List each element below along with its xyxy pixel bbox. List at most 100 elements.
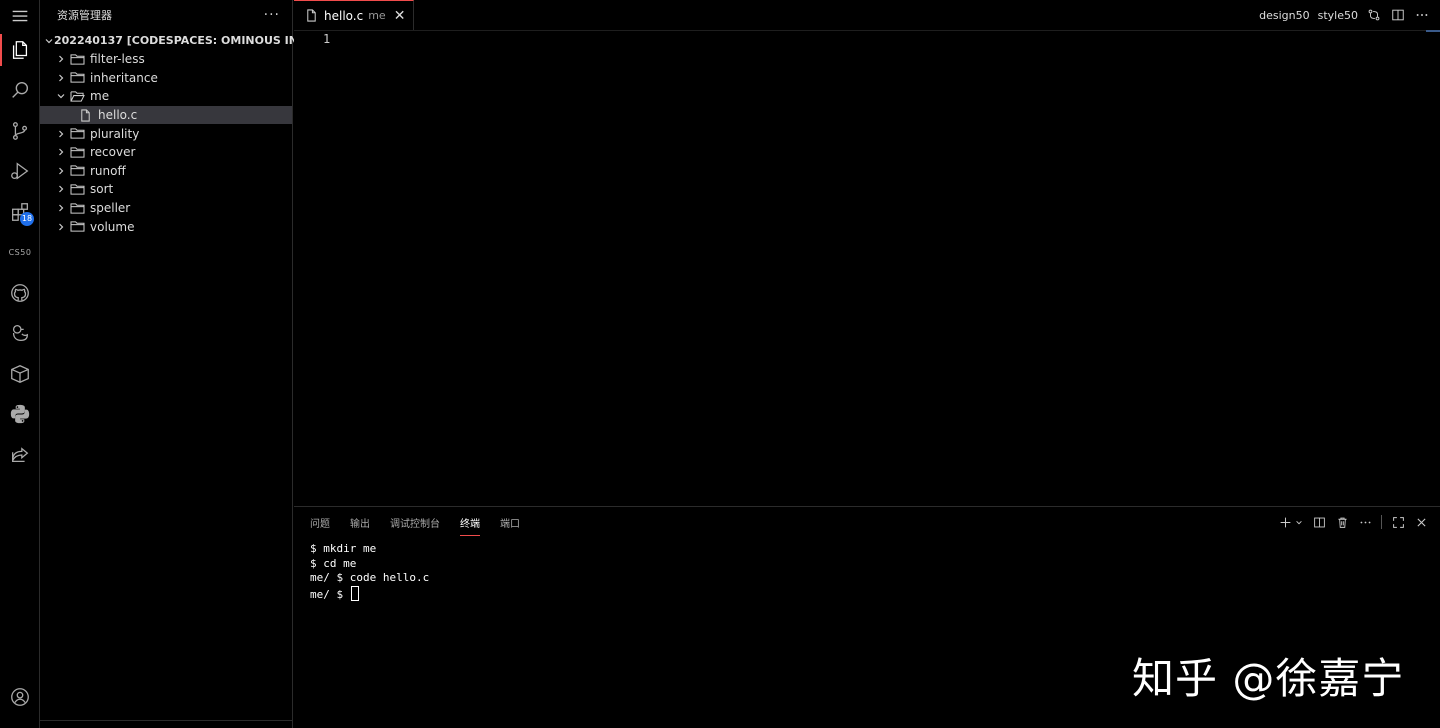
run-debug-icon bbox=[11, 162, 29, 180]
package-button[interactable] bbox=[0, 354, 40, 394]
tree-item-label: volume bbox=[90, 219, 135, 234]
package-icon bbox=[11, 365, 29, 383]
folder-icon bbox=[70, 71, 86, 85]
tab-problems[interactable]: 问题 bbox=[310, 511, 330, 534]
chevron-down-icon bbox=[54, 89, 68, 103]
tab-output[interactable]: 输出 bbox=[350, 511, 370, 534]
terminal-line: me/ $ code hello.c bbox=[310, 571, 430, 585]
account-icon bbox=[11, 688, 29, 706]
folder-icon bbox=[70, 52, 86, 66]
design50-button[interactable]: design50 bbox=[1259, 9, 1310, 22]
live-share-button[interactable] bbox=[0, 435, 40, 475]
tree-item-inheritance[interactable]: inheritance bbox=[40, 69, 292, 88]
chevron-right-icon bbox=[54, 201, 68, 215]
chevron-down-icon bbox=[44, 34, 54, 48]
new-terminal-icon[interactable] bbox=[1278, 515, 1292, 529]
chevron-right-icon bbox=[54, 182, 68, 196]
explorer-header: 资源管理器 ··· bbox=[40, 0, 292, 30]
chevron-right-icon bbox=[54, 71, 68, 85]
tab-label: hello.c bbox=[324, 8, 364, 23]
tab-hello-c[interactable]: hello.c me ✕ bbox=[294, 0, 415, 30]
run-debug-button[interactable] bbox=[0, 151, 40, 191]
more-actions-icon[interactable] bbox=[1414, 7, 1430, 23]
activity-bar: 18 CS50 bbox=[0, 0, 40, 728]
tree-item-sort[interactable]: sort bbox=[40, 180, 292, 199]
folder-icon bbox=[70, 220, 86, 234]
scroll-indicator bbox=[1426, 30, 1440, 32]
tab-debug-console[interactable]: 调试控制台 bbox=[390, 511, 440, 534]
cs50-button[interactable]: CS50 bbox=[0, 232, 40, 272]
editor-area: hello.c me ✕ design50 style50 1 bbox=[294, 0, 1440, 506]
tree-item-runoff[interactable]: runoff bbox=[40, 162, 292, 181]
tree-item-hello-c[interactable]: hello.c bbox=[40, 105, 292, 125]
tree-item-plurality[interactable]: plurality bbox=[40, 124, 292, 143]
folder-icon bbox=[70, 127, 86, 141]
duck-icon bbox=[12, 325, 28, 341]
editor-actions: design50 style50 bbox=[1259, 0, 1430, 30]
explorer-icon bbox=[12, 41, 28, 59]
tree-item-recover[interactable]: recover bbox=[40, 143, 292, 162]
chevron-right-icon bbox=[54, 52, 68, 66]
chevron-right-icon bbox=[54, 145, 68, 159]
folder-icon bbox=[70, 145, 86, 159]
terminal-prompt: me/ $ bbox=[310, 588, 350, 602]
close-icon[interactable]: ✕ bbox=[394, 8, 406, 24]
tree-item-label: speller bbox=[90, 201, 131, 216]
line-number: 1 bbox=[323, 32, 331, 46]
file-icon bbox=[78, 108, 94, 122]
python-button[interactable] bbox=[0, 394, 40, 434]
maximize-panel-icon[interactable] bbox=[1391, 515, 1405, 529]
terminal-cursor bbox=[350, 586, 359, 602]
tree-item-speller[interactable]: speller bbox=[40, 199, 292, 218]
tab-ports[interactable]: 端口 bbox=[500, 511, 520, 534]
search-button[interactable] bbox=[0, 70, 40, 110]
extensions-badge: 18 bbox=[20, 212, 34, 226]
menu-icon bbox=[12, 10, 28, 22]
github-icon bbox=[11, 284, 29, 302]
panel-actions bbox=[1278, 507, 1428, 537]
split-terminal-icon[interactable] bbox=[1312, 515, 1326, 529]
tree-item-label: filter-less bbox=[90, 52, 145, 67]
trash-icon[interactable] bbox=[1335, 515, 1349, 529]
folder-icon bbox=[70, 201, 86, 215]
tree-item-label: runoff bbox=[90, 163, 126, 178]
account-button[interactable] bbox=[0, 677, 40, 717]
panel-tab-bar: 问题 输出 调试控制台 终端 端口 bbox=[294, 507, 1440, 537]
tree-item-filter-less[interactable]: filter-less bbox=[40, 50, 292, 69]
tree-item-label: sort bbox=[90, 182, 114, 197]
style50-button[interactable]: style50 bbox=[1318, 9, 1358, 22]
tree-item-label: inheritance bbox=[90, 70, 158, 85]
github-button[interactable] bbox=[0, 273, 40, 313]
terminal-prompt-line: me/ $ bbox=[310, 586, 429, 603]
close-panel-icon[interactable] bbox=[1414, 515, 1428, 529]
file-tree: filter-less inheritance me hello.c plura… bbox=[40, 50, 292, 236]
chevron-down-icon[interactable] bbox=[1295, 515, 1303, 529]
sidebar-bottom-section bbox=[40, 720, 292, 728]
live-share-icon bbox=[12, 447, 29, 463]
tree-item-label: plurality bbox=[90, 126, 140, 141]
terminal-line: $ mkdir me bbox=[310, 542, 377, 555]
folder-icon bbox=[70, 182, 86, 196]
explorer-sidebar: 资源管理器 ··· 202240137 [CODESPACES: OMINOUS… bbox=[40, 0, 358, 728]
tree-item-me[interactable]: me bbox=[40, 87, 292, 106]
explorer-more-actions[interactable]: ··· bbox=[264, 7, 280, 23]
terminal-line: $ cd me bbox=[310, 556, 357, 570]
watermark: 知乎 @徐嘉宁 bbox=[1132, 654, 1405, 703]
duck-button[interactable] bbox=[0, 313, 40, 353]
extensions-button[interactable]: 18 bbox=[0, 192, 40, 232]
tab-description: me bbox=[368, 9, 386, 22]
explorer-button[interactable] bbox=[0, 30, 40, 70]
folder-icon bbox=[70, 164, 86, 178]
split-editor-icon[interactable] bbox=[1390, 7, 1406, 23]
more-actions-icon[interactable] bbox=[1358, 515, 1372, 529]
terminal-output[interactable]: $ mkdir me $ cd me me/ $ code hello.c me… bbox=[310, 542, 429, 603]
bottom-panel: 问题 输出 调试控制台 终端 端口 $ mkdir me $ cd me me/… bbox=[294, 506, 1440, 728]
tab-terminal[interactable]: 终端 bbox=[460, 511, 480, 536]
search-icon bbox=[12, 81, 29, 98]
workspace-root[interactable]: 202240137 [CODESPACES: OMINOUS INVENTION… bbox=[40, 31, 358, 50]
separator bbox=[1381, 515, 1382, 529]
tree-item-label: hello.c bbox=[98, 108, 138, 123]
tree-item-volume[interactable]: volume bbox=[40, 217, 292, 236]
source-control-button[interactable] bbox=[0, 111, 40, 151]
compare-changes-icon[interactable] bbox=[1366, 7, 1382, 23]
